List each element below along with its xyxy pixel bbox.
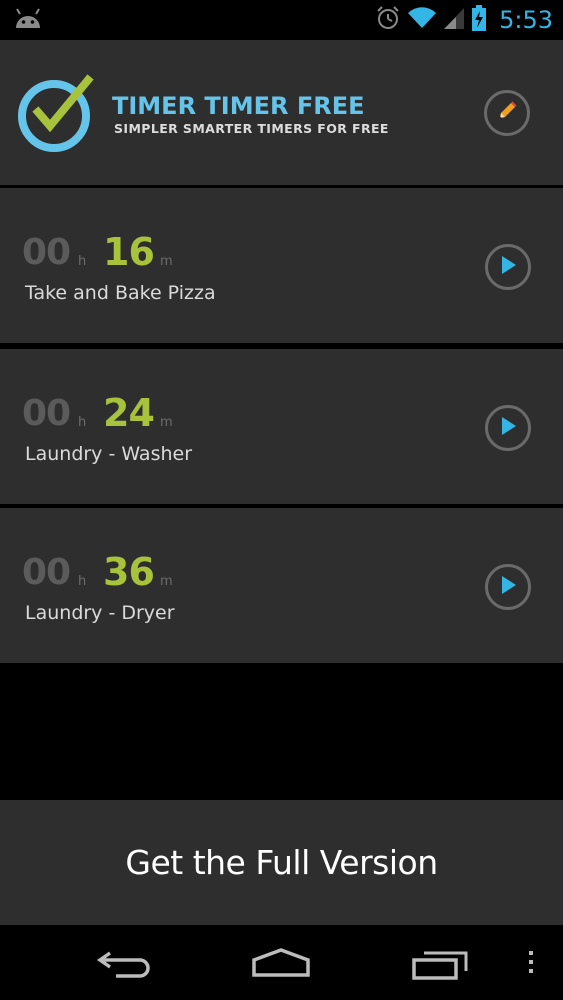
- back-icon[interactable]: [96, 945, 154, 985]
- timer-hours: 00: [22, 552, 71, 593]
- battery-icon: [471, 4, 487, 36]
- timer-minutes-unit: m: [160, 254, 173, 269]
- status-clock: 5:53: [499, 6, 553, 34]
- timer-minutes: 36: [103, 550, 155, 594]
- get-full-version-label: Get the Full Version: [125, 843, 438, 882]
- play-icon: [499, 416, 517, 440]
- play-icon: [499, 255, 517, 279]
- timer-hours: 00: [22, 232, 71, 273]
- play-button[interactable]: [485, 564, 531, 610]
- home-icon[interactable]: [250, 945, 312, 985]
- timer-label: Laundry - Washer: [25, 443, 193, 465]
- timer-minutes: 24: [103, 391, 155, 435]
- alarm-icon: [375, 5, 401, 35]
- android-icon: [14, 8, 42, 34]
- timer-hours-unit: h: [78, 415, 87, 430]
- timer-minutes-unit: m: [160, 574, 173, 589]
- timer-row[interactable]: 00 h 16 m Take and Bake Pizza: [0, 188, 563, 343]
- wifi-icon: [407, 6, 437, 34]
- status-bar: 5:53: [0, 0, 563, 40]
- pencil-icon: [496, 100, 518, 126]
- edit-button[interactable]: [484, 90, 530, 136]
- timer-minutes-unit: m: [160, 415, 173, 430]
- signal-icon: [443, 6, 465, 34]
- app-subtitle: SIMPLER SMARTER TIMERS FOR FREE: [114, 121, 389, 136]
- timer-row[interactable]: 00 h 24 m Laundry - Washer: [0, 349, 563, 504]
- play-button[interactable]: [485, 244, 531, 290]
- get-full-version-button[interactable]: Get the Full Version: [0, 800, 563, 925]
- app-title: TIMER TIMER FREE: [112, 92, 365, 120]
- play-button[interactable]: [485, 405, 531, 451]
- app-header: TIMER TIMER FREE SIMPLER SMARTER TIMERS …: [0, 40, 563, 185]
- timer-hours-unit: h: [78, 574, 87, 589]
- timer-hours-unit: h: [78, 254, 87, 269]
- navigation-bar: [0, 925, 563, 1000]
- timer-label: Laundry - Dryer: [25, 602, 175, 624]
- timer-hours: 00: [22, 393, 71, 434]
- play-icon: [499, 575, 517, 599]
- recents-icon[interactable]: [410, 945, 470, 985]
- timer-row[interactable]: 00 h 36 m Laundry - Dryer: [0, 508, 563, 663]
- app-logo-icon: [16, 74, 94, 156]
- timer-label: Take and Bake Pizza: [25, 282, 216, 304]
- timer-minutes: 16: [103, 230, 155, 274]
- overflow-menu-icon[interactable]: [524, 945, 538, 985]
